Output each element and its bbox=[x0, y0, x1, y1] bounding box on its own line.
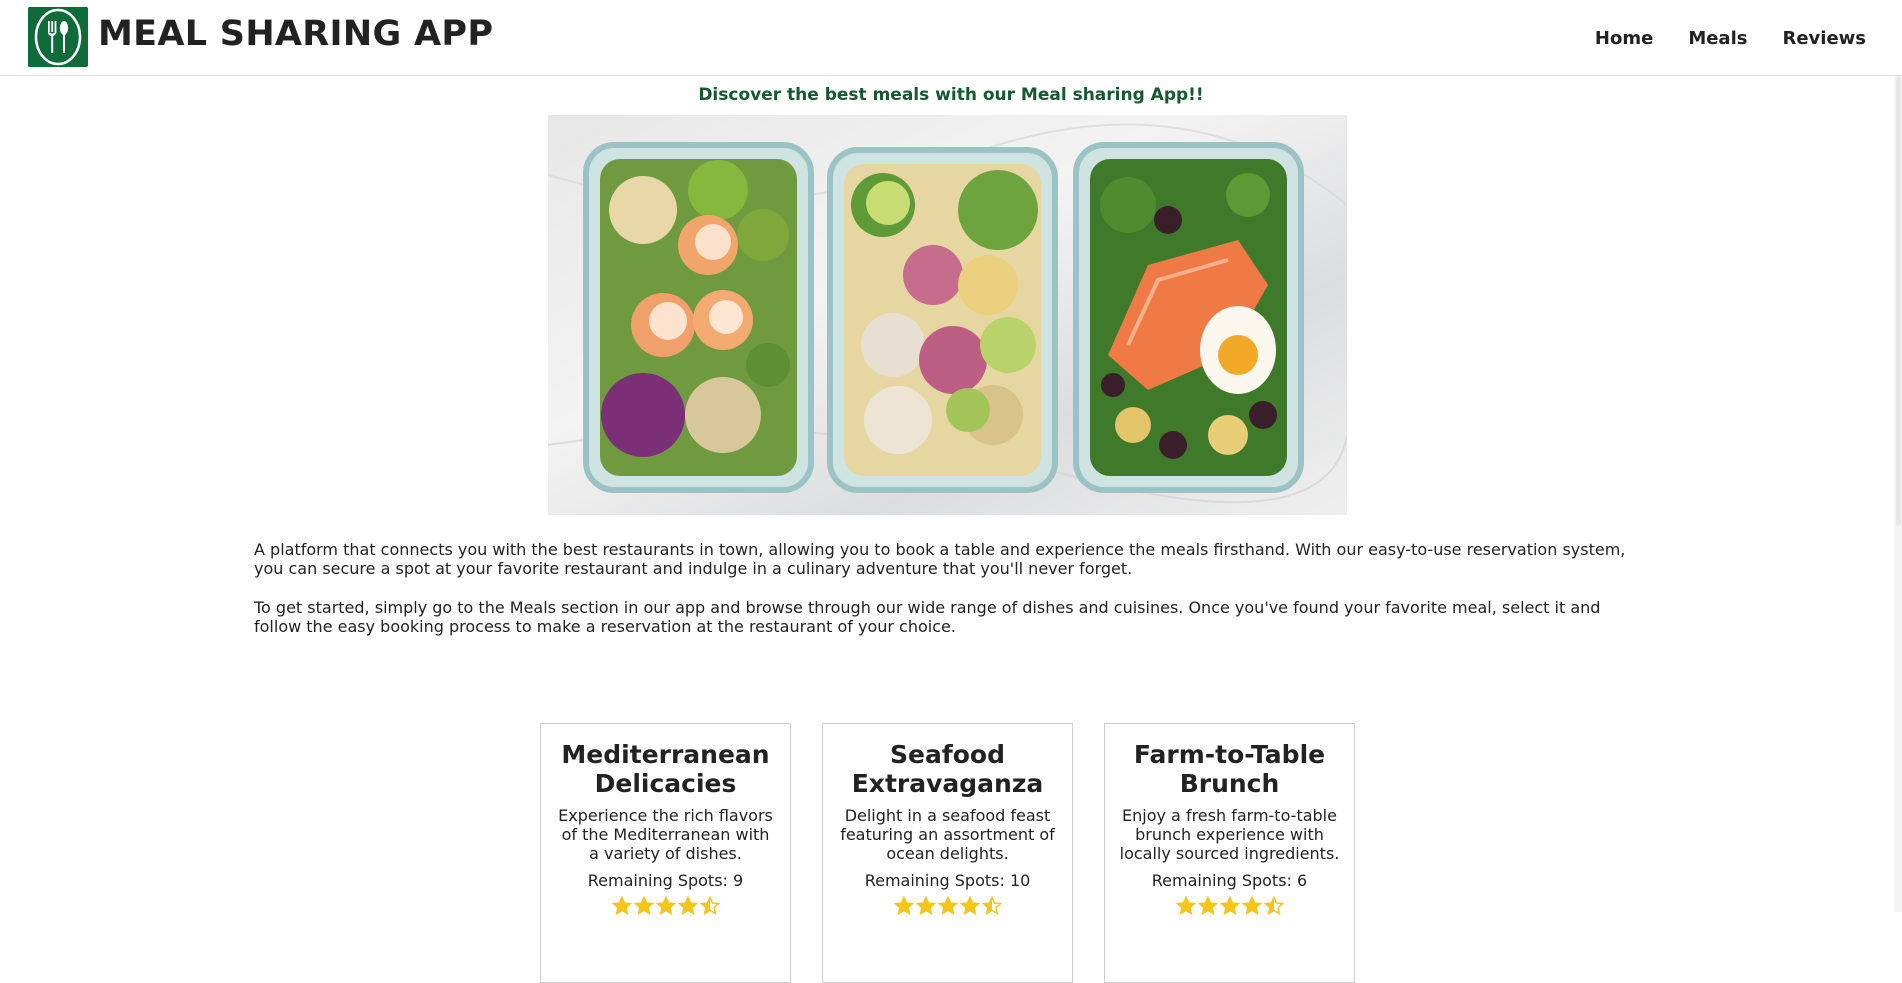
remaining-spots: Remaining Spots: 9 bbox=[587, 871, 744, 890]
nav-meals-link[interactable]: Meals bbox=[1688, 28, 1747, 49]
star-full-icon bbox=[893, 896, 914, 916]
star-full-icon bbox=[1241, 896, 1262, 916]
meal-title[interactable]: Seafood Extravaganza bbox=[837, 740, 1058, 798]
star-rating bbox=[1119, 896, 1340, 916]
meal-cards: Mediterranean Delicacies Experience the … bbox=[0, 723, 1902, 983]
remaining-spots: Remaining Spots: 6 bbox=[1151, 871, 1308, 890]
star-half-icon bbox=[1263, 896, 1284, 916]
meal-prep-containers-image bbox=[548, 115, 1347, 515]
star-full-icon bbox=[1197, 896, 1218, 916]
fork-spoon-icon[interactable] bbox=[28, 7, 88, 67]
main-nav: Home Meals Reviews bbox=[1595, 0, 1902, 76]
star-full-icon bbox=[611, 896, 632, 916]
star-rating bbox=[555, 896, 776, 916]
intro-paragraph: To get started, simply go to the Meals s… bbox=[254, 598, 1601, 636]
star-full-icon bbox=[633, 896, 654, 916]
star-full-icon bbox=[937, 896, 958, 916]
meal-card[interactable]: Seafood Extravaganza Delight in a seafoo… bbox=[822, 723, 1073, 983]
star-full-icon bbox=[1219, 896, 1240, 916]
site-header: MEAL SHARING APP Home Meals Reviews bbox=[0, 0, 1902, 76]
star-full-icon bbox=[915, 896, 936, 916]
meal-title[interactable]: Farm-to-Table Brunch bbox=[1119, 740, 1340, 798]
remaining-spots: Remaining Spots: 10 bbox=[864, 871, 1031, 890]
star-full-icon bbox=[655, 896, 676, 916]
star-full-icon bbox=[959, 896, 980, 916]
meal-card[interactable]: Mediterranean Delicacies Experience the … bbox=[540, 723, 791, 983]
meal-title[interactable]: Mediterranean Delicacies bbox=[555, 740, 776, 798]
star-rating bbox=[837, 896, 1058, 916]
star-half-icon bbox=[981, 896, 1002, 916]
brand-title[interactable]: MEAL SHARING APP bbox=[98, 14, 493, 54]
star-half-icon bbox=[699, 896, 720, 916]
meal-description: Enjoy a fresh farm-to-table brunch exper… bbox=[1119, 806, 1340, 863]
intro-section: A platform that connects you with the be… bbox=[254, 540, 1644, 656]
star-full-icon bbox=[677, 896, 698, 916]
intro-paragraph: A platform that connects you with the be… bbox=[254, 540, 1626, 578]
nav-reviews-link[interactable]: Reviews bbox=[1782, 28, 1866, 49]
nav-home-link[interactable]: Home bbox=[1595, 28, 1653, 49]
meal-description: Experience the rich flavors of the Medit… bbox=[558, 806, 773, 863]
scrollbar-thumb[interactable] bbox=[1896, 76, 1901, 526]
meal-card[interactable]: Farm-to-Table Brunch Enjoy a fresh farm-… bbox=[1104, 723, 1355, 983]
star-full-icon bbox=[1175, 896, 1196, 916]
tagline: Discover the best meals with our Meal sh… bbox=[698, 85, 1204, 105]
meal-description: Delight in a seafood feast featuring an … bbox=[840, 806, 1055, 863]
